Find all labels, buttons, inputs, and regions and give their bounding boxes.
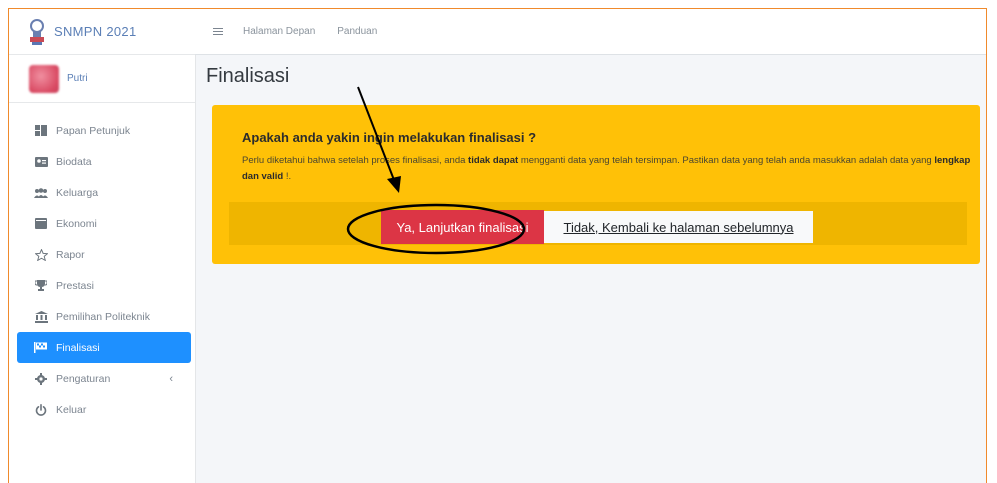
alert-message: Perlu diketahui bahwa setelah proses fin… [242,153,972,185]
sidebar-item-label: Ekonomi [56,217,97,230]
id-card-icon [34,156,48,168]
wallet-icon [34,218,48,230]
flag-icon [34,342,48,354]
chevron-left-icon: ‹ [169,372,173,385]
confirm-finalize-button[interactable]: Ya, Lanjutkan finalisasi [381,210,544,244]
alert-heading: Apakah anda yakin ingin melakukan finali… [242,130,537,145]
sidebar-item-label: Finalisasi [56,341,100,354]
sidebar-item-label: Keluar [56,403,87,416]
sidebar: SNMPN 2021 Putri Papan Petunjuk Biodata [9,9,196,483]
nav-link-panduan[interactable]: Panduan [337,26,377,37]
sidebar-item-label: Biodata [56,155,92,168]
top-navbar: Halaman Depan Panduan [195,9,986,55]
sidebar-nav: Papan Petunjuk Biodata Keluarga Ekonomi [9,103,195,425]
sidebar-item-ekonomi[interactable]: Ekonomi [17,208,191,239]
cog-icon [34,372,48,385]
alert-text-part: mengganti data yang telah tersimpan. Pas… [518,155,935,166]
sidebar-item-keluar[interactable]: Keluar [17,394,191,425]
app-window: SNMPN 2021 Putri Papan Petunjuk Biodata [8,8,987,483]
users-icon [34,187,48,199]
sidebar-item-label: Keluarga [56,186,99,199]
finalization-warning-alert: Apakah anda yakin ingin melakukan finali… [212,105,980,264]
sidebar-item-label: Papan Petunjuk [56,124,131,137]
alert-text-emphasis: tidak dapat [468,155,519,166]
avatar [29,64,59,93]
sidebar-item-biodata[interactable]: Biodata [17,146,191,177]
sidebar-item-label: Pengaturan [56,372,111,385]
dashboard-icon [34,125,48,137]
sidebar-item-label: Prestasi [56,279,94,292]
power-icon [34,403,48,416]
brand[interactable]: SNMPN 2021 [9,9,195,55]
alert-action-bar: Ya, Lanjutkan finalisasi Tidak, Kembali … [229,202,967,245]
sidebar-item-papan-petunjuk[interactable]: Papan Petunjuk [17,115,191,146]
user-panel[interactable]: Putri [9,55,195,103]
sidebar-item-keluarga[interactable]: Keluarga [17,177,191,208]
brand-title: SNMPN 2021 [54,24,137,39]
cancel-back-button[interactable]: Tidak, Kembali ke halaman sebelumnya [544,211,813,243]
star-icon [34,248,48,261]
alert-text-part: !. [283,171,292,182]
sidebar-item-prestasi[interactable]: Prestasi [17,270,191,301]
sidebar-item-rapor[interactable]: Rapor [17,239,191,270]
nav-link-halaman-depan[interactable]: Halaman Depan [243,26,315,37]
sidebar-item-pemilihan-politeknik[interactable]: Pemilihan Politeknik [17,301,191,332]
sidebar-item-label: Rapor [56,248,85,261]
trophy-icon [34,279,48,292]
hamburger-menu-icon[interactable] [213,26,223,38]
alert-text-part: Perlu diketahui bahwa setelah proses fin… [242,155,469,166]
sidebar-item-finalisasi[interactable]: Finalisasi [17,332,191,363]
user-name: Putri [67,73,88,84]
institution-icon [34,310,48,323]
snmpn-logo-icon [30,18,44,45]
sidebar-item-pengaturan[interactable]: Pengaturan ‹ [17,363,191,394]
page-title: Finalisasi [206,65,290,87]
sidebar-item-label: Pemilihan Politeknik [56,310,150,323]
